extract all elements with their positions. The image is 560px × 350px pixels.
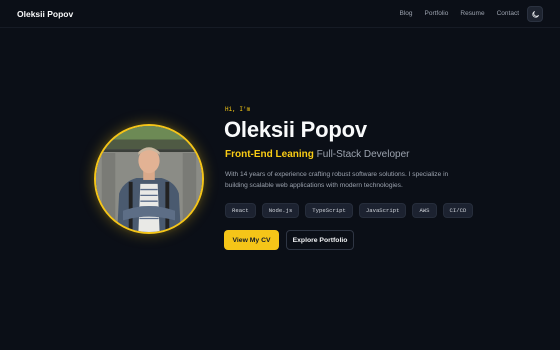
nav-links: Blog Portfolio Resume Contact	[400, 10, 520, 17]
skill-tag: TypeScript	[305, 203, 353, 218]
nav-link-blog[interactable]: Blog	[400, 10, 413, 17]
hero-description: With 14 years of experience crafting rob…	[225, 171, 449, 189]
skill-tags: React Node.js TypeScript JavaScript AWS …	[225, 203, 474, 218]
moon-icon	[531, 10, 539, 18]
profile-photo	[94, 124, 204, 234]
skill-tag: CI/CD	[442, 203, 474, 218]
top-navigation-bar: Oleksii Popov Blog Portfolio Resume Cont…	[0, 0, 560, 28]
explore-portfolio-button[interactable]: Explore Portfolio	[286, 230, 354, 250]
role-highlight: Front-End Leaning	[225, 149, 314, 160]
role-rest: Full-Stack Developer	[316, 149, 410, 160]
skill-tag: JavaScript	[358, 203, 407, 218]
nav-link-portfolio[interactable]: Portfolio	[425, 10, 449, 17]
role-line: Front-End Leaning Full-Stack Developer	[225, 149, 409, 160]
nav-link-contact[interactable]: Contact	[497, 10, 519, 17]
skill-tag: Node.js	[261, 203, 300, 218]
greeting-text: Hi, I'm	[225, 106, 251, 113]
hero-name: Oleksii Popov	[224, 117, 367, 142]
skill-tag: AWS	[412, 203, 437, 218]
brand-name[interactable]: Oleksii Popov	[17, 9, 73, 19]
profile-photo-glow	[91, 121, 207, 237]
nav-link-resume[interactable]: Resume	[460, 10, 484, 17]
view-cv-button[interactable]: View My CV	[224, 230, 279, 250]
theme-toggle-button[interactable]	[527, 6, 543, 22]
skill-tag: React	[225, 203, 256, 218]
